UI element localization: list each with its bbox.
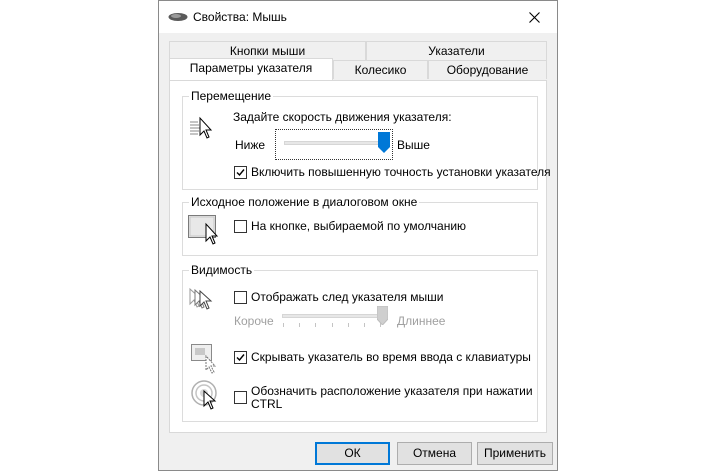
group-title: Исходное положение в диалоговом окне [189,195,420,209]
precision-checkbox[interactable] [234,166,247,179]
trails-slider-track [282,314,382,318]
apply-button-label: Применить [483,446,546,460]
speed-slider-thumb[interactable] [378,132,390,153]
slider-tick [364,323,365,327]
snap-to-label: На кнопке, выбираемой по умолчанию [251,219,467,233]
tab-label: Указатели [428,44,485,58]
slider-tick [299,323,300,327]
show-location-label-line2: CTRL [251,397,283,411]
cancel-button-label: Отмена [412,446,457,460]
trails-slider-thumb[interactable] [376,306,388,325]
cancel-button[interactable]: Отмена [397,442,472,465]
visibility-group: Видимость Отображать след указателя мыши… [182,263,538,422]
tab-label: Колесико [354,63,407,77]
ok-button[interactable]: ОК [315,442,390,465]
slider-tick [315,323,316,327]
close-icon [528,11,540,23]
speed-slider-track [284,141,384,145]
snap-to-icon [188,215,219,245]
trails-long-label: Длиннее [397,314,446,328]
mouse-properties-dialog: Свойства: Мышь Кнопки мыши Указатели Пар… [158,0,558,471]
pointer-options-panel: Перемещение Задайте скорость движения ук… [169,80,551,433]
title-bar: Свойства: Мышь [159,1,557,33]
trails-length-slider[interactable] [278,306,388,332]
tab-pointer-options[interactable]: Параметры указателя [169,58,333,80]
slider-tick [283,323,284,327]
close-button[interactable] [511,1,557,33]
tab-label: Параметры указателя [189,61,313,75]
slider-tick [332,323,333,327]
slider-tick [348,323,349,327]
group-title: Видимость [189,263,255,277]
speed-slow-label: Ниже [235,138,266,152]
hide-pointer-icon [191,344,217,374]
speed-slider[interactable] [275,129,393,160]
pointer-trails-icon [189,287,213,310]
ctrl-locate-icon [191,380,217,410]
trails-short-label: Короче [234,314,274,328]
snap-to-checkbox[interactable] [234,220,247,233]
hide-pointer-label: Скрывать указатель во время ввода с клав… [251,350,531,364]
hide-pointer-checkbox[interactable] [234,351,247,364]
show-location-checkbox[interactable] [234,391,247,404]
group-title: Перемещение [189,89,273,103]
tab-label: Кнопки мыши [229,44,306,58]
show-location-label-line1: Обозначить расположение указателя при на… [251,384,533,398]
snap-to-group: Исходное положение в диалоговом окне На … [182,195,538,256]
tab-pointers[interactable]: Указатели [366,41,547,60]
tab-wheel[interactable]: Колесико [333,60,428,79]
precision-label: Включить повышенную точность установки у… [251,165,551,179]
checkmark-icon [236,169,245,177]
speed-label: Задайте скорость движения указателя: [233,110,452,124]
speed-fast-label: Выше [397,138,430,152]
pointer-trails-label: Отображать след указателя мыши [251,290,444,304]
apply-button[interactable]: Применить [477,442,553,465]
pointer-speed-icon [190,116,213,139]
window-title: Свойства: Мышь [193,10,287,24]
checkmark-icon [236,354,245,362]
mouse-icon [168,13,188,21]
tab-hardware[interactable]: Оборудование [428,60,547,79]
motion-group: Перемещение Задайте скорость движения ук… [182,89,551,190]
pointer-trails-checkbox[interactable] [234,291,247,304]
tab-label: Оборудование [446,63,529,77]
ok-button-label: ОК [344,446,361,460]
